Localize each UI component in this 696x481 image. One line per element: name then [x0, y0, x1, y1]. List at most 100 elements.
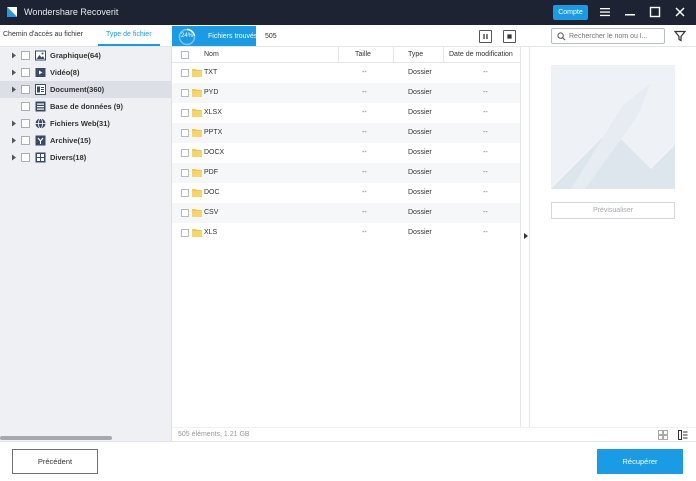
sidebar-item-label: Divers(18)	[50, 153, 87, 162]
row-date: --	[483, 169, 488, 176]
sidebar-checkbox[interactable]	[21, 51, 30, 60]
archive-icon	[35, 135, 46, 146]
column-name[interactable]: Nom	[204, 51, 219, 58]
table-row[interactable]: XLS -- Dossier --	[172, 223, 520, 243]
sidebar-checkbox[interactable]	[21, 136, 30, 145]
row-checkbox[interactable]	[181, 209, 189, 217]
sidebar-item-graphics[interactable]: Graphique(64)	[0, 47, 172, 64]
sidebar-item-label: Fichiers Web(31)	[50, 119, 110, 128]
column-separator	[338, 47, 339, 63]
row-type: Dossier	[408, 149, 432, 156]
sidebar-item-document[interactable]: Document(360)	[0, 81, 172, 98]
title-bar: Wondershare Recoverit Compte	[0, 0, 696, 25]
folder-icon	[192, 109, 202, 117]
row-type: Dossier	[408, 189, 432, 196]
folder-icon	[192, 189, 202, 197]
sidebar-item-misc[interactable]: Divers(18)	[0, 149, 172, 166]
sidebar-item-web-files[interactable]: Fichiers Web(31)	[0, 115, 172, 132]
scan-percent: 24%	[180, 33, 193, 39]
row-checkbox[interactable]	[181, 229, 189, 237]
row-checkbox[interactable]	[181, 129, 189, 137]
menu-icon[interactable]	[599, 6, 611, 18]
pause-icon[interactable]	[479, 30, 492, 43]
preview-collapse-strip[interactable]	[520, 47, 530, 427]
sidebar-checkbox[interactable]	[21, 68, 30, 77]
sidebar-scrollbar[interactable]	[0, 436, 112, 440]
row-name: CSV	[204, 209, 219, 216]
globe-icon	[35, 118, 46, 129]
back-button[interactable]: Précédent	[12, 449, 98, 474]
row-size: --	[362, 189, 367, 196]
row-name: DOC	[204, 189, 220, 196]
row-date: --	[483, 129, 488, 136]
column-type[interactable]: Type	[408, 51, 423, 58]
chevron-right-icon[interactable]	[524, 233, 528, 239]
account-button[interactable]: Compte	[553, 5, 588, 20]
app-logo-icon	[7, 7, 17, 17]
sidebar-checkbox[interactable]	[21, 153, 30, 162]
row-name: XLS	[204, 229, 218, 236]
minimize-icon[interactable]	[624, 6, 636, 18]
tab-file-path[interactable]: Chemin d'accès au fichier	[3, 31, 83, 38]
sidebar-checkbox[interactable]	[21, 102, 30, 111]
row-checkbox[interactable]	[181, 189, 189, 197]
table-row[interactable]: PYD -- Dossier --	[172, 83, 520, 103]
preview-placeholder-image	[551, 65, 675, 189]
chevron-right-icon[interactable]	[11, 154, 17, 161]
sidebar-checkbox[interactable]	[21, 119, 30, 128]
row-date: --	[483, 149, 488, 156]
sidebar-checkbox[interactable]	[21, 85, 30, 94]
row-type: Dossier	[408, 69, 432, 76]
chevron-right-icon[interactable]	[11, 52, 17, 59]
row-name: TXT	[204, 69, 218, 76]
files-found-label: Fichiers trouvés :	[208, 33, 262, 40]
folder-icon	[192, 89, 202, 97]
column-date[interactable]: Date de modification	[449, 51, 513, 58]
row-checkbox[interactable]	[181, 69, 189, 77]
chevron-right-icon[interactable]	[11, 69, 17, 76]
row-checkbox[interactable]	[181, 109, 189, 117]
search-input[interactable]	[569, 30, 663, 42]
filter-icon[interactable]	[674, 30, 686, 42]
chevron-right-icon[interactable]	[11, 137, 17, 144]
row-date: --	[483, 69, 488, 76]
sidebar-item-video[interactable]: Vidéo(8)	[0, 64, 172, 81]
status-bar: 505 éléments, 1.21 GB	[172, 427, 696, 441]
maximize-icon[interactable]	[649, 6, 661, 18]
row-name: XLSX	[204, 109, 222, 116]
row-checkbox[interactable]	[181, 149, 189, 157]
close-icon[interactable]	[674, 6, 686, 18]
sidebar-item-label: Graphique(64)	[50, 51, 101, 60]
folder-icon	[192, 229, 202, 237]
row-size: --	[362, 69, 367, 76]
table-row[interactable]: CSV -- Dossier --	[172, 203, 520, 223]
table-row[interactable]: PPTX -- Dossier --	[172, 123, 520, 143]
preview-button[interactable]: Prévisualiser	[551, 202, 675, 219]
row-size: --	[362, 129, 367, 136]
image-icon	[35, 50, 46, 61]
table-row[interactable]: XLSX -- Dossier --	[172, 103, 520, 123]
column-size[interactable]: Taille	[355, 51, 371, 58]
folder-icon	[192, 149, 202, 157]
recover-button[interactable]: Récupérer	[597, 449, 683, 474]
table-row[interactable]: TXT -- Dossier --	[172, 63, 520, 83]
footer: Précédent Récupérer	[0, 441, 696, 481]
chevron-right-icon[interactable]	[11, 86, 17, 93]
table-row[interactable]: PDF -- Dossier --	[172, 163, 520, 183]
tab-file-type[interactable]: Type de fichier	[106, 31, 152, 38]
document-icon	[35, 84, 46, 95]
row-checkbox[interactable]	[181, 169, 189, 177]
grid-view-icon[interactable]	[658, 430, 668, 440]
stop-icon[interactable]	[503, 30, 516, 43]
sidebar-item-database[interactable]: Base de données (9)	[0, 98, 172, 115]
row-name: PYD	[204, 89, 219, 96]
sidebar-item-label: Archive(15)	[50, 136, 91, 145]
sidebar-item-archive[interactable]: Archive(15)	[0, 132, 172, 149]
table-row[interactable]: DOCX -- Dossier --	[172, 143, 520, 163]
folder-icon	[192, 169, 202, 177]
row-checkbox[interactable]	[181, 89, 189, 97]
table-row[interactable]: DOC -- Dossier --	[172, 183, 520, 203]
chevron-right-icon[interactable]	[11, 120, 17, 127]
select-all-checkbox[interactable]	[181, 51, 189, 59]
list-view-icon[interactable]	[678, 430, 688, 440]
